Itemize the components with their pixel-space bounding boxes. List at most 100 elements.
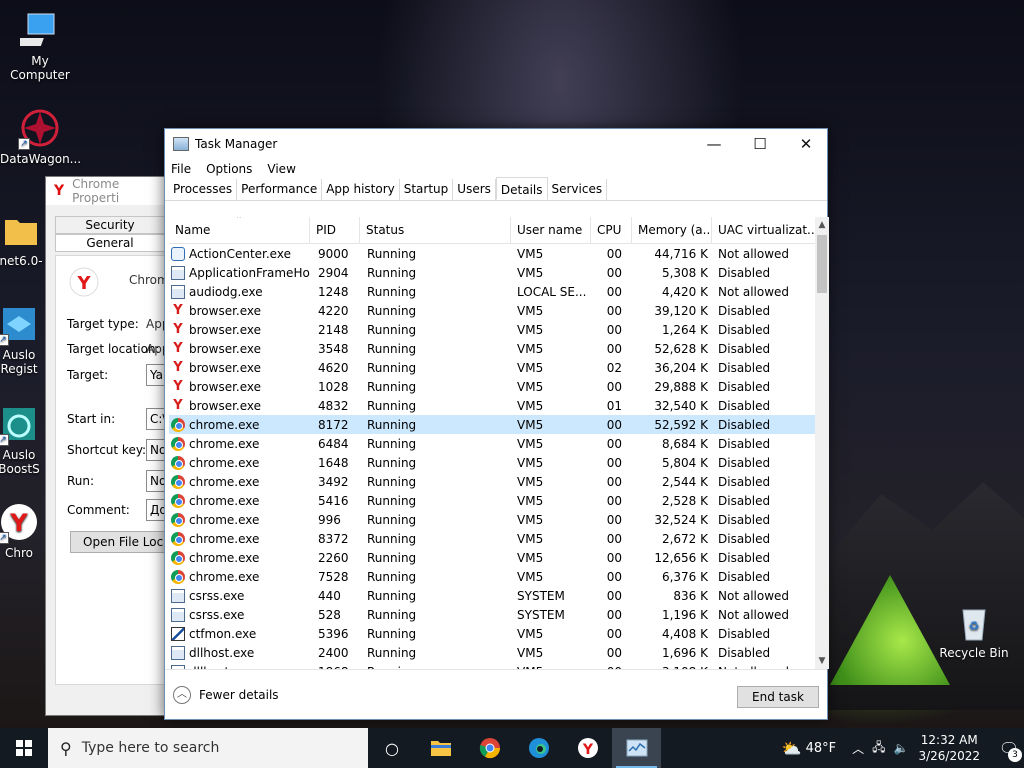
desktop-icon-recycle-bin[interactable]: ♻ Recycle Bin bbox=[934, 602, 1014, 660]
table-row[interactable]: csrss.exe 528 Running SYSTEM 00 1,196 K Not al… bbox=[169, 605, 815, 624]
column-pid[interactable]: PID bbox=[310, 217, 360, 243]
minimize-button[interactable]: — bbox=[691, 129, 737, 159]
column-uac[interactable]: UAC virtualizat... bbox=[712, 217, 815, 243]
menu-options[interactable]: Options bbox=[206, 162, 252, 176]
desktop-icon-auslogics-registry[interactable]: ↗ Auslo Regist bbox=[0, 304, 44, 376]
taskbar-edge[interactable] bbox=[514, 728, 563, 768]
table-row[interactable]: ApplicationFrameHo... 2904 Running VM5 00 5,3… bbox=[169, 263, 815, 282]
table-row[interactable]: Ybrowser.exe 3548 Running VM5 00 52,628 K Disa… bbox=[169, 339, 815, 358]
task-manager-window[interactable]: Task Manager — ☐ ✕ File Options View Pro… bbox=[164, 128, 829, 720]
desktop-icon-auslogics-boostspeed[interactable]: ↗ Auslo BoostS bbox=[0, 404, 44, 476]
close-button[interactable]: ✕ bbox=[783, 129, 829, 159]
chrome-properties-window[interactable]: Y Chrome Properti Security General Y Chr… bbox=[45, 176, 186, 716]
desktop-icon-datawagon[interactable]: ↗ DataWagon... bbox=[0, 108, 81, 166]
table-row[interactable]: dllhost.exe1868RunningVM5003,108 KNot al… bbox=[169, 662, 815, 669]
menu-view[interactable]: View bbox=[267, 162, 295, 176]
properties-title-bar[interactable]: Y Chrome Properti bbox=[46, 177, 169, 205]
chrome-process-icon bbox=[171, 455, 185, 470]
menu-file[interactable]: File bbox=[171, 162, 191, 176]
field-label: Target: bbox=[67, 368, 109, 382]
table-row[interactable]: ActionCenter.exe 9000 Running VM5 00 44,716 K… bbox=[169, 244, 815, 263]
taskbar-task-manager[interactable] bbox=[612, 728, 661, 768]
table-row[interactable]: Ybrowser.exe 4832 Running VM5 01 32,540 K Disa… bbox=[169, 396, 815, 415]
tab-processes[interactable]: Processes bbox=[169, 179, 238, 200]
table-row[interactable]: chrome.exe 1648 Running VM5 00 5,804 K Disable… bbox=[169, 453, 815, 472]
column-user-name[interactable]: User name bbox=[511, 217, 591, 243]
table-row[interactable]: audiodg.exe 1248 Running LOCAL SE... 00 4,420… bbox=[169, 282, 815, 301]
table-row[interactable]: chrome.exe 996 Running VM5 00 32,524 K Disable… bbox=[169, 510, 815, 529]
table-row[interactable]: csrss.exe 440 Running SYSTEM 00 836 K Not allo… bbox=[169, 586, 815, 605]
table-row[interactable]: Ybrowser.exe 4220 Running VM5 00 39,120 K Disa… bbox=[169, 301, 815, 320]
ctf-process-icon bbox=[171, 626, 185, 641]
start-button[interactable] bbox=[0, 728, 48, 768]
table-row[interactable]: Ybrowser.exe 4620 Running VM5 02 36,204 K Disa… bbox=[169, 358, 815, 377]
column-status[interactable]: Status bbox=[360, 217, 511, 243]
table-row[interactable]: chrome.exe 8172 Running VM5 00 52,592 K Disabl… bbox=[169, 415, 815, 434]
clock[interactable]: 12:32 AM 3/26/2022 bbox=[918, 732, 980, 764]
weather-temperature[interactable]: 48°F bbox=[806, 741, 837, 756]
app-process-icon bbox=[171, 284, 185, 299]
maximize-button[interactable]: ☐ bbox=[737, 129, 783, 159]
uac-cell: Disabled bbox=[718, 550, 771, 565]
process-name: dllhost.exe bbox=[189, 645, 255, 660]
tab-general[interactable]: General bbox=[55, 234, 165, 252]
search-box[interactable]: ⚲ Type here to search bbox=[48, 728, 368, 768]
uac-cell: Disabled bbox=[718, 303, 771, 318]
pid-cell: 8172 bbox=[318, 417, 349, 432]
notification-center-button[interactable]: 🗨 3 bbox=[994, 728, 1024, 768]
user-name-cell: VM5 bbox=[517, 436, 544, 451]
shortcut-arrow-icon: ↗ bbox=[18, 138, 30, 150]
vertical-scrollbar[interactable]: ▲ ▼ bbox=[815, 217, 829, 669]
properties-title: Chrome Properti bbox=[72, 177, 120, 205]
network-icon[interactable]: 🖧 bbox=[872, 738, 885, 759]
table-row[interactable]: ctfmon.exe 5396 Running VM5 00 4,408 K Disable… bbox=[169, 624, 815, 643]
task-view-button[interactable]: ○ bbox=[368, 728, 416, 768]
table-row[interactable]: chrome.exe 6484 Running VM5 00 8,684 K Disable… bbox=[169, 434, 815, 453]
end-task-button[interactable]: End task bbox=[737, 686, 819, 708]
table-row[interactable]: chrome.exe 2260 Running VM5 00 12,656 K Disabl… bbox=[169, 548, 815, 567]
chevron-up-icon[interactable]: ︿ bbox=[852, 740, 864, 757]
uac-cell: Not allowed bbox=[718, 588, 790, 603]
folder-icon bbox=[1, 210, 41, 250]
process-name: browser.exe bbox=[189, 303, 262, 318]
desktop-icon-net6[interactable]: net6.0- bbox=[0, 210, 46, 268]
tab-performance[interactable]: Performance bbox=[237, 179, 323, 200]
desktop-icon-chrome-shortcut[interactable]: Y ↗ Chro bbox=[0, 502, 44, 560]
table-row[interactable]: chrome.exe 7528 Running VM5 00 6,376 K Disable… bbox=[169, 567, 815, 586]
uac-cell: Disabled bbox=[718, 645, 771, 660]
process-name-cell: chrome.exe bbox=[169, 493, 310, 508]
title-bar[interactable]: Task Manager — ☐ ✕ bbox=[165, 129, 827, 159]
tab-security[interactable]: Security bbox=[55, 216, 165, 234]
process-name-cell: chrome.exe bbox=[169, 436, 310, 451]
tab-details[interactable]: Details bbox=[495, 177, 548, 200]
table-row[interactable]: dllhost.exe 2400 Running VM5 00 1,696 K Disabl… bbox=[169, 643, 815, 662]
fewer-details-button[interactable]: ︿ Fewer details bbox=[173, 686, 279, 704]
table-row[interactable]: chrome.exe 5416 Running VM5 00 2,528 K Disable… bbox=[169, 491, 815, 510]
action-process-icon bbox=[171, 246, 185, 261]
volume-icon[interactable]: 🔈 bbox=[894, 741, 909, 755]
column-memory[interactable]: Memory (a... bbox=[632, 217, 712, 243]
tab-users[interactable]: Users bbox=[453, 179, 496, 200]
cpu-cell: 00 bbox=[606, 474, 622, 489]
scroll-up-icon[interactable]: ▲ bbox=[815, 217, 829, 233]
field-label: Shortcut key: bbox=[67, 443, 147, 457]
taskbar-chrome[interactable] bbox=[465, 728, 514, 768]
yandex-browser-icon: Y ↗ bbox=[0, 502, 39, 544]
desktop-icon-my-computer[interactable]: My Computer bbox=[0, 10, 80, 82]
table-row[interactable]: chrome.exe 3492 Running VM5 00 2,544 K Disable… bbox=[169, 472, 815, 491]
cpu-cell: 00 bbox=[606, 588, 622, 603]
scroll-thumb[interactable] bbox=[817, 235, 827, 293]
table-row[interactable]: Ybrowser.exe 1028 Running VM5 00 29,888 K Disa… bbox=[169, 377, 815, 396]
column-cpu[interactable]: CPU bbox=[591, 217, 632, 243]
scroll-down-icon[interactable]: ▼ bbox=[815, 653, 829, 669]
tab-app-history[interactable]: App history bbox=[322, 179, 400, 200]
taskbar-yandex-browser[interactable]: Y bbox=[563, 728, 612, 768]
table-row[interactable]: Ybrowser.exe 2148 Running VM5 00 1,264 K Disab… bbox=[169, 320, 815, 339]
tab-startup[interactable]: Startup bbox=[400, 179, 454, 200]
table-row[interactable]: chrome.exe 8372 Running VM5 00 2,672 K Disable… bbox=[169, 529, 815, 548]
pid-cell: 4220 bbox=[318, 303, 349, 318]
cpu-cell: 00 bbox=[606, 303, 622, 318]
tab-services[interactable]: Services bbox=[548, 179, 608, 200]
taskbar-file-explorer[interactable] bbox=[416, 728, 465, 768]
weather-icon[interactable]: ⛅ bbox=[782, 739, 802, 758]
